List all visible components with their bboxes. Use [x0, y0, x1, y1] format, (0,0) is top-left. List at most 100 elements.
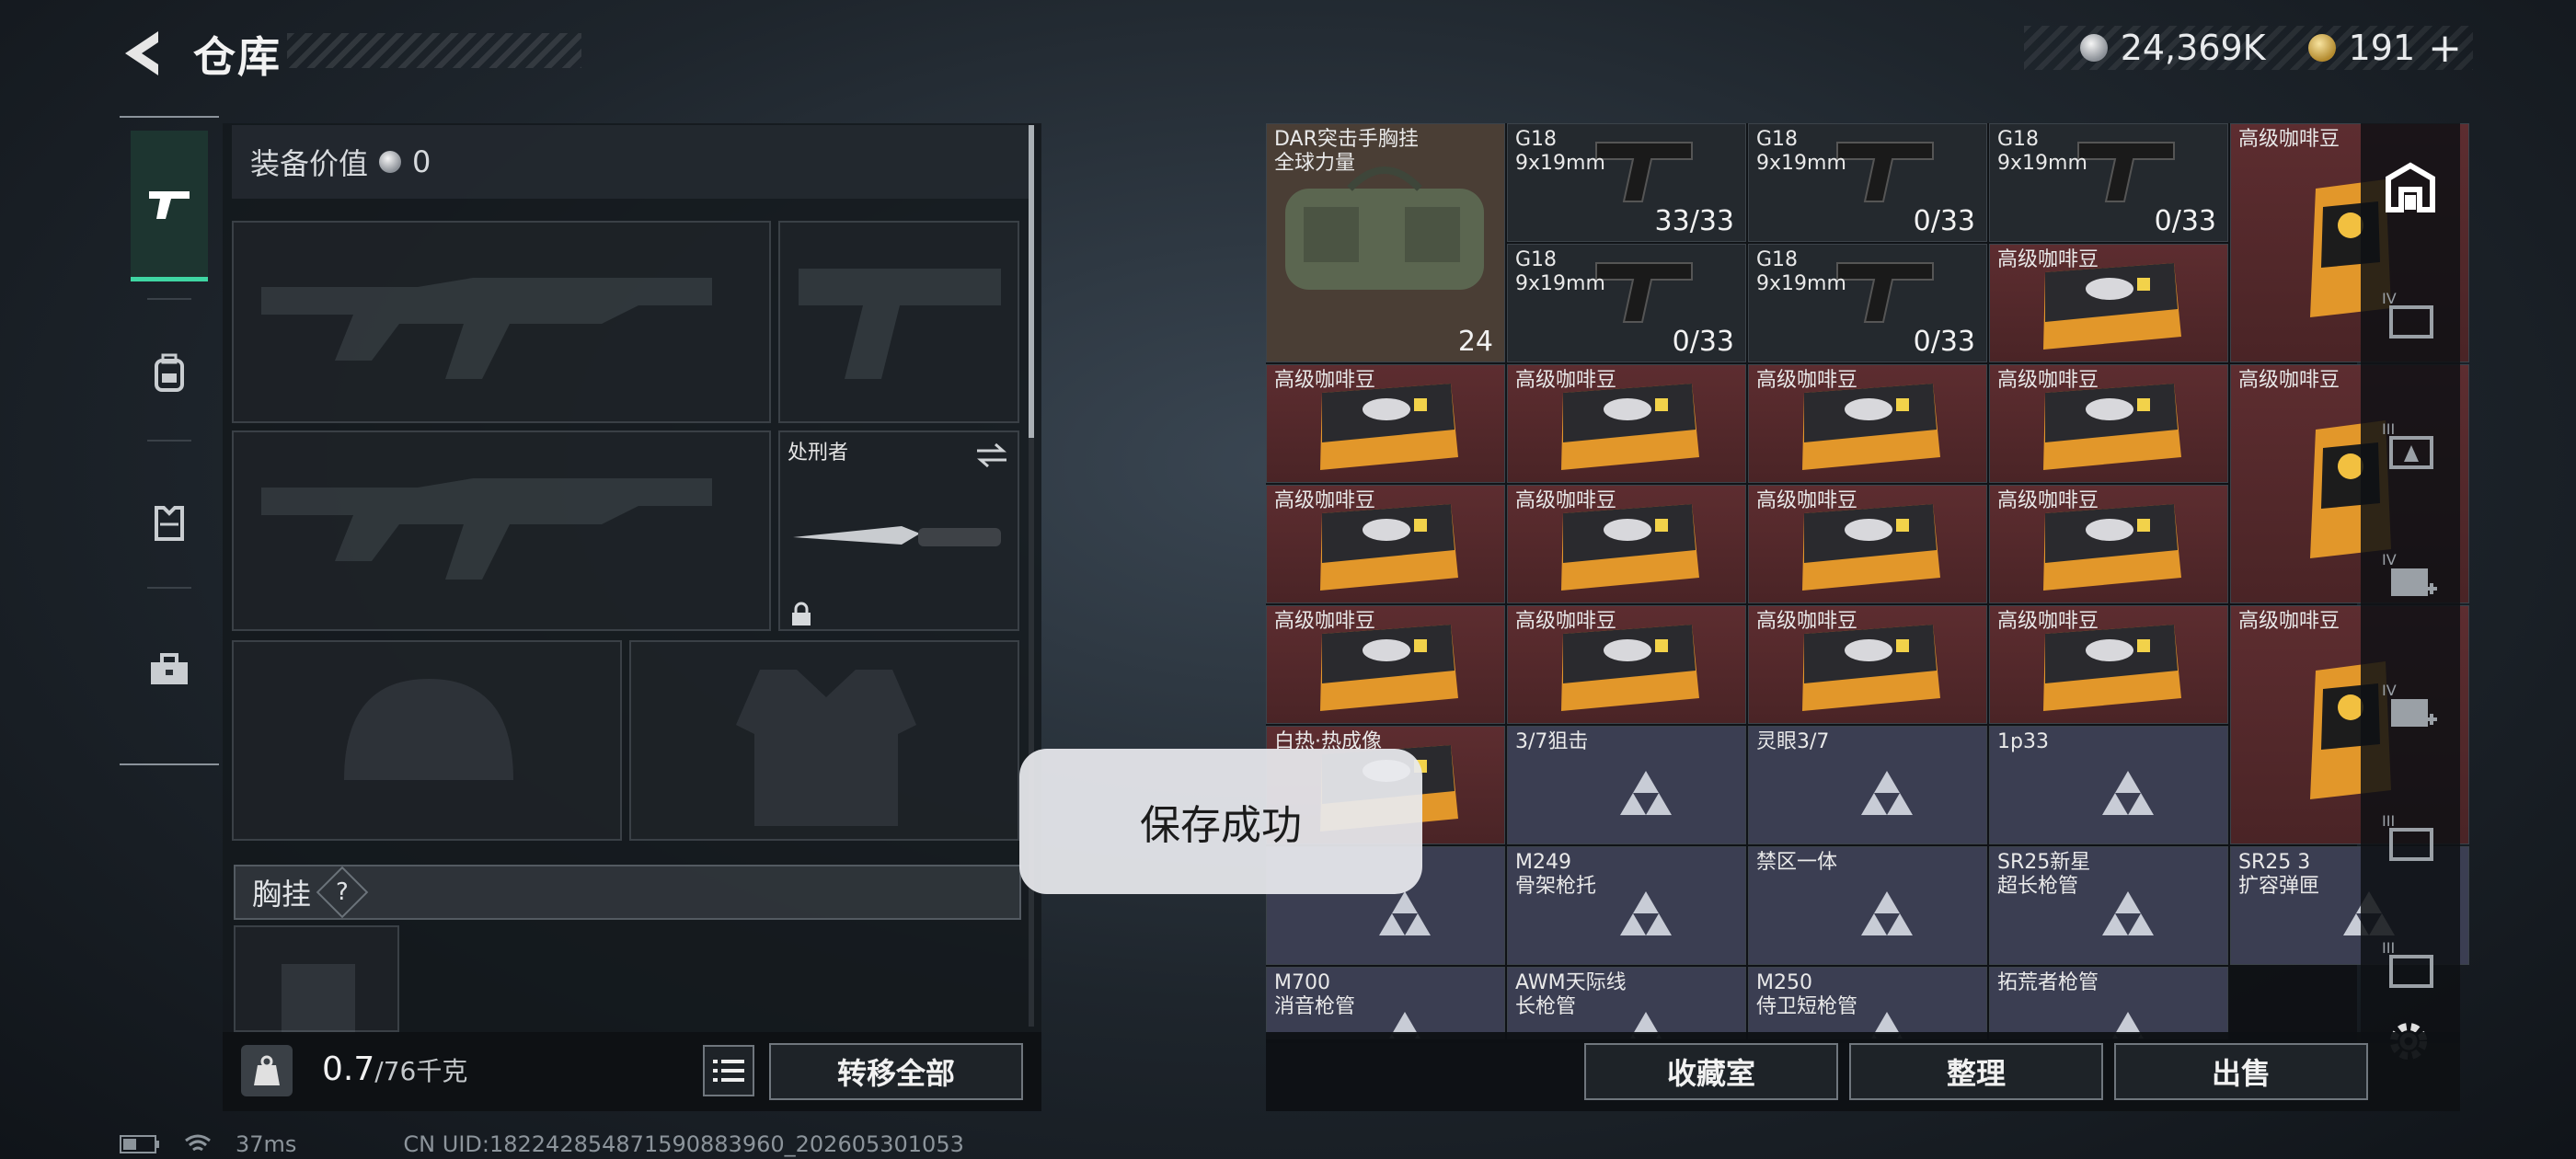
currency-bar[interactable]: 24,369K 191 +	[2024, 25, 2473, 72]
stash-item-name: 高级咖啡豆	[1274, 610, 1376, 633]
collection-room-button[interactable]: 收藏室	[1584, 1043, 1838, 1100]
transfer-all-button[interactable]: 转移全部	[769, 1043, 1023, 1100]
stash-item[interactable]: SR25新星 超长枪管	[1989, 846, 2228, 965]
stash-home-icon	[2386, 162, 2435, 212]
tab-container-iv-1[interactable]: IV	[2375, 280, 2445, 350]
nav-toolbox[interactable]	[131, 624, 208, 716]
stash-item-name: 高级咖啡豆	[1997, 248, 2099, 271]
gold-amount: 191	[2348, 28, 2416, 68]
melee-name: 处刑者	[788, 442, 849, 465]
nav-weapons[interactable]	[131, 131, 208, 281]
chest-rig-slot[interactable]	[234, 925, 399, 1034]
stash-item[interactable]: G18 9x19mm 33/33	[1507, 123, 1746, 242]
armor-slot[interactable]	[629, 640, 1019, 841]
stash-item-name: 禁区一体	[1756, 851, 1838, 874]
svg-text:IV: IV	[2382, 682, 2397, 699]
status-bar: 37ms CN UID:182242854871590883960_202605…	[120, 1131, 964, 1157]
stash-item[interactable]: 3/7狙击	[1507, 726, 1746, 844]
nav-backpack[interactable]	[131, 327, 208, 419]
list-view-button[interactable]	[703, 1045, 754, 1096]
tab-container-iv-3[interactable]: IV	[2375, 671, 2445, 741]
stash-item-name: 1p33	[1997, 730, 2049, 753]
organize-button[interactable]: 整理	[1849, 1043, 2103, 1100]
stash-item[interactable]: 拓荒者枪管	[1989, 967, 2228, 1039]
stash-item[interactable]: 高级咖啡豆	[1266, 485, 1505, 603]
stash-item[interactable]: G18 9x19mm 0/33	[1989, 123, 2228, 242]
stash-item-name: 高级咖啡豆	[1997, 489, 2099, 512]
nav-separator	[147, 587, 191, 589]
helmet-silhouette-icon	[344, 679, 513, 780]
stash-item[interactable]: 灵眼3/7	[1748, 726, 1987, 844]
tab-container-iv-2[interactable]: IV	[2375, 541, 2445, 611]
stash-item-quantity: 0/33	[2154, 205, 2216, 237]
pistol-slot[interactable]	[778, 221, 1019, 423]
stash-item-name: 高级咖啡豆	[2238, 128, 2340, 151]
stash-item-quantity: 0/33	[1913, 205, 1975, 237]
stash-item[interactable]: 高级咖啡豆	[1989, 605, 2228, 724]
stash-item[interactable]: 高级咖啡豆	[1989, 485, 2228, 603]
stash-item[interactable]: G18 9x19mm 0/33	[1507, 244, 1746, 362]
helmet-slot[interactable]	[232, 640, 622, 841]
nav-separator	[147, 298, 191, 300]
stash-item[interactable]: 高级咖啡豆	[1989, 244, 2228, 362]
medkit-container-icon: IV	[2382, 551, 2437, 596]
category-nav	[120, 116, 219, 765]
stash-item-name: M700 消音枪管	[1274, 971, 1356, 1018]
container-iii-icon: III	[2382, 939, 2433, 988]
stash-item-quantity: 0/33	[1672, 326, 1734, 358]
tab-container-iii-3[interactable]: III	[2375, 929, 2445, 999]
stash-item[interactable]: 高级咖啡豆	[1748, 605, 1987, 724]
stash-item[interactable]: M250 侍卫短枪管	[1748, 967, 1987, 1039]
stash-item[interactable]: G18 9x19mm 0/33	[1748, 123, 1987, 242]
swap-icon[interactable]	[975, 442, 1008, 469]
stash-item[interactable]: M700 消音枪管	[1266, 967, 1505, 1039]
stash-item[interactable]: AWM天际线 长枪管	[1507, 967, 1746, 1039]
stash-item-name: 拓荒者枪管	[1997, 971, 2099, 994]
primary-weapon-slot[interactable]	[232, 221, 771, 423]
secondary-weapon-slot[interactable]	[232, 430, 771, 631]
stash-item[interactable]: 禁区一体	[1748, 846, 1987, 965]
stash-item-name: DAR突击手胸挂 全球力量	[1274, 128, 1419, 175]
back-button[interactable]	[118, 26, 169, 81]
tab-all[interactable]	[2375, 153, 2445, 223]
stash-item-name: 高级咖啡豆	[1515, 610, 1617, 633]
stash-item-name: AWM天际线 长枪管	[1515, 971, 1627, 1018]
stash-item[interactable]: 高级咖啡豆	[1266, 605, 1505, 724]
svg-text:III: III	[2382, 939, 2395, 957]
stash-item-quantity: 33/33	[1654, 205, 1734, 237]
stash-item[interactable]: M249 骨架枪托	[1507, 846, 1746, 965]
sell-button[interactable]: 出售	[2114, 1043, 2368, 1100]
help-button[interactable]: ?	[316, 866, 369, 919]
svg-text:III: III	[2382, 420, 2395, 438]
stash-item-name: 高级咖啡豆	[1997, 610, 2099, 633]
chest-rig-label: 胸挂	[252, 877, 312, 912]
stash-item[interactable]: 高级咖啡豆	[1748, 364, 1987, 483]
stash-item[interactable]: 1p33	[1989, 726, 2228, 844]
stash-item-name: G18 9x19mm	[1515, 128, 1605, 175]
stash-action-bar: 收藏室 整理 出售	[1266, 1032, 2460, 1111]
weight-max: /76千克	[374, 1056, 468, 1086]
lock-icon	[792, 602, 811, 625]
stash-item[interactable]: 高级咖啡豆	[1507, 485, 1746, 603]
add-currency-button[interactable]: +	[2428, 25, 2462, 72]
stash-item[interactable]: 高级咖啡豆	[1507, 364, 1746, 483]
silver-coin-icon	[2079, 34, 2108, 62]
tab-container-iii-1[interactable]: III	[2375, 410, 2445, 480]
stash-item-quantity: 0/33	[1913, 326, 1975, 358]
stash-item[interactable]: DAR突击手胸挂 全球力量 24	[1266, 123, 1505, 362]
melee-slot[interactable]: 处刑者	[778, 430, 1019, 631]
equipment-scrollbar-thumb[interactable]	[1029, 125, 1034, 438]
stash-item[interactable]: 高级咖啡豆	[1507, 605, 1746, 724]
stash-item-name: M250 侍卫短枪管	[1756, 971, 1858, 1018]
silver-coin-icon	[379, 151, 402, 173]
stash-item[interactable]: 高级咖啡豆	[1266, 364, 1505, 483]
stash-item[interactable]: 高级咖啡豆	[1748, 485, 1987, 603]
pistol-silhouette-icon	[799, 269, 1001, 379]
tab-container-iii-2[interactable]: III	[2375, 802, 2445, 872]
nav-vest[interactable]	[131, 476, 208, 568]
chest-rig-silhouette-icon	[282, 964, 355, 1034]
svg-text:III: III	[2382, 812, 2395, 830]
stash-item[interactable]: 高级咖啡豆	[1989, 364, 2228, 483]
container-iii-icon: III	[2382, 812, 2433, 861]
stash-item[interactable]: G18 9x19mm 0/33	[1748, 244, 1987, 362]
